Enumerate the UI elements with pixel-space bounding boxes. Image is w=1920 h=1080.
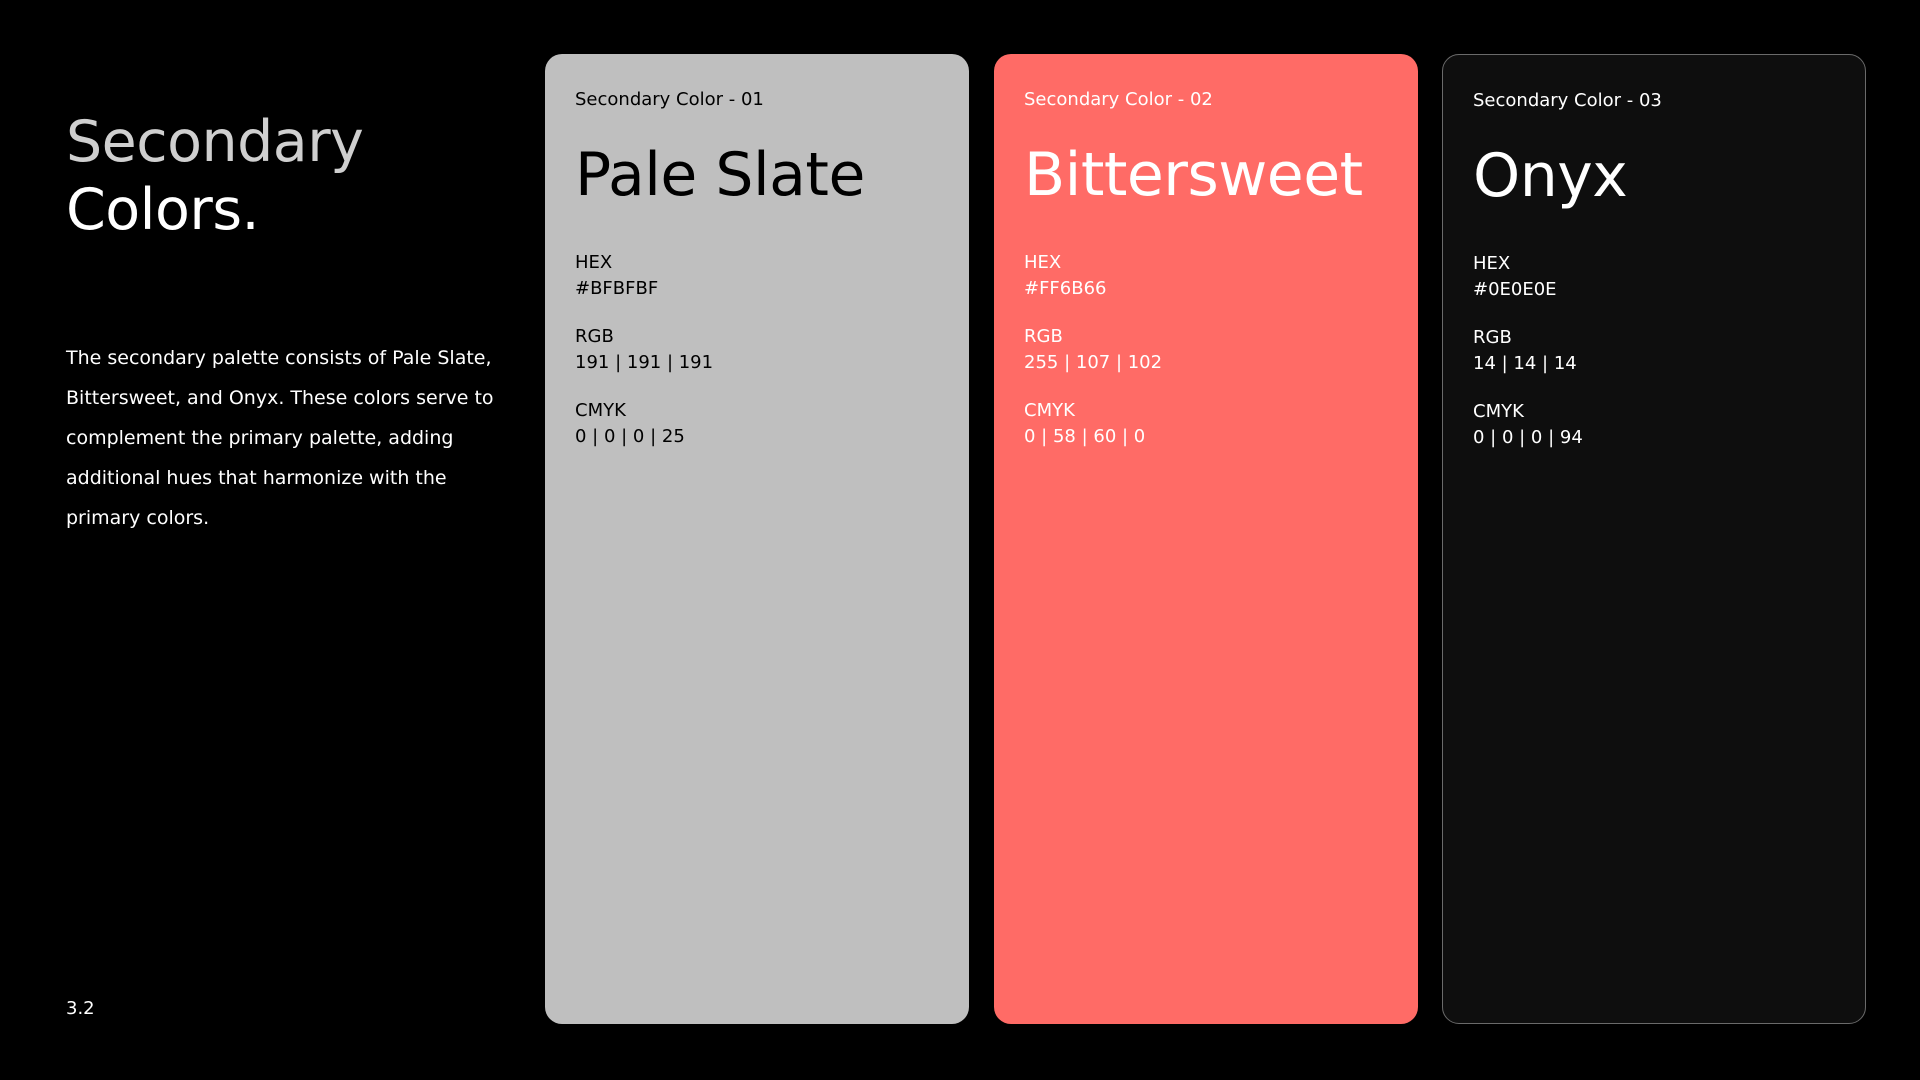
page-title: Secondary Colors. [66, 108, 364, 244]
hex-value: #BFBFBF [575, 278, 659, 299]
rgb-value: 255 | 107 | 102 [1024, 352, 1163, 373]
rgb-spec: RGB 14 | 14 | 14 [1473, 325, 1835, 377]
cmyk-label: CMYK [1473, 401, 1524, 422]
cmyk-label: CMYK [575, 400, 626, 421]
section-description: The secondary palette consists of Pale S… [66, 347, 494, 529]
hex-spec: HEX #FF6B66 [1024, 250, 1388, 302]
rgb-value: 14 | 14 | 14 [1473, 353, 1577, 374]
color-card-bittersweet: Secondary Color - 02 Bittersweet HEX #FF… [994, 54, 1418, 1024]
rgb-value: 191 | 191 | 191 [575, 352, 714, 373]
rgb-label: RGB [1024, 326, 1063, 347]
hex-label: HEX [575, 252, 613, 273]
hex-label: HEX [1473, 253, 1511, 274]
cmyk-spec: CMYK 0 | 0 | 0 | 94 [1473, 399, 1835, 451]
color-card-label: Secondary Color - 03 [1473, 90, 1662, 111]
page-number: 3.2 [66, 998, 95, 1019]
cmyk-value: 0 | 0 | 0 | 94 [1473, 427, 1583, 448]
page-title-line-2: Colors. [66, 177, 260, 243]
page-title-line-1: Secondary [66, 109, 364, 175]
hex-spec: HEX #BFBFBF [575, 250, 939, 302]
intro-panel: Secondary Colors. The secondary palette … [66, 0, 506, 1080]
color-card-pale-slate: Secondary Color - 01 Pale Slate HEX #BFB… [545, 54, 969, 1024]
rgb-spec: RGB 255 | 107 | 102 [1024, 324, 1388, 376]
rgb-label: RGB [1473, 327, 1512, 348]
hex-label: HEX [1024, 252, 1062, 273]
color-card-label: Secondary Color - 01 [575, 89, 764, 110]
hex-value: #FF6B66 [1024, 278, 1107, 299]
color-card-onyx: Secondary Color - 03 Onyx HEX #0E0E0E RG… [1442, 54, 1866, 1024]
cmyk-value: 0 | 58 | 60 | 0 [1024, 426, 1146, 447]
color-name: Pale Slate [575, 140, 865, 210]
hex-spec: HEX #0E0E0E [1473, 251, 1835, 303]
rgb-spec: RGB 191 | 191 | 191 [575, 324, 939, 376]
cmyk-spec: CMYK 0 | 58 | 60 | 0 [1024, 398, 1388, 450]
color-name: Bittersweet [1024, 140, 1363, 210]
color-card-label: Secondary Color - 02 [1024, 89, 1213, 110]
color-name: Onyx [1473, 141, 1628, 211]
rgb-label: RGB [575, 326, 614, 347]
cmyk-spec: CMYK 0 | 0 | 0 | 25 [575, 398, 939, 450]
cmyk-value: 0 | 0 | 0 | 25 [575, 426, 685, 447]
hex-value: #0E0E0E [1473, 279, 1557, 300]
cmyk-label: CMYK [1024, 400, 1075, 421]
